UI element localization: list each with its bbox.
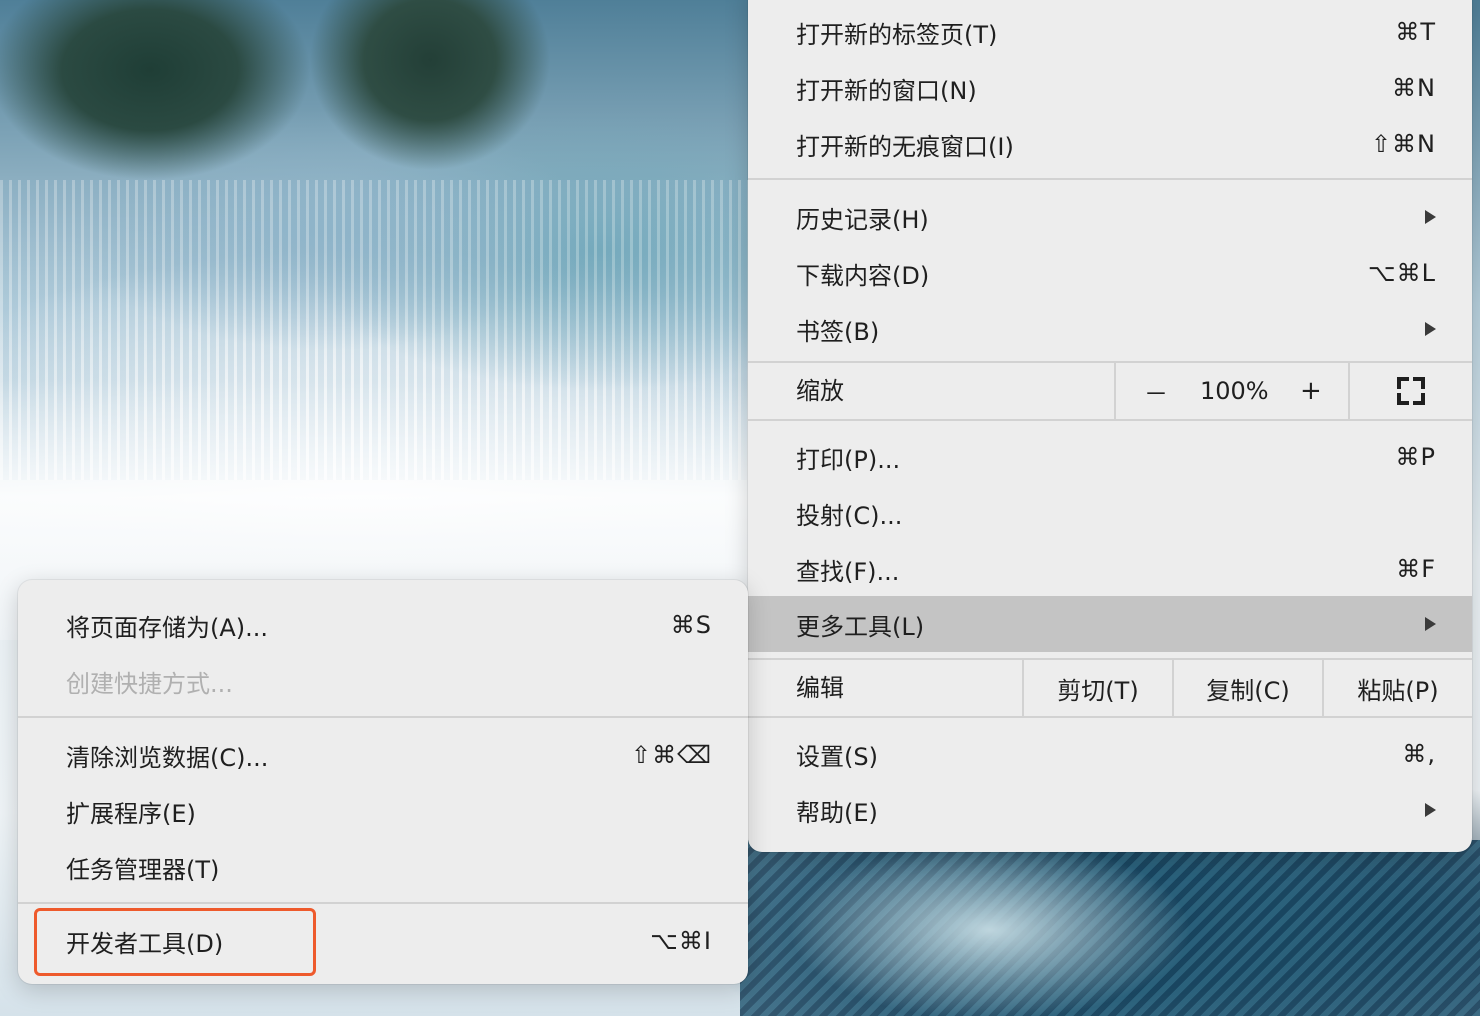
menu-separator — [18, 716, 748, 718]
river-water — [740, 840, 1480, 1016]
submenu-arrow-icon — [1425, 322, 1436, 336]
shortcut-downloads: ⌥⌘L — [1367, 259, 1436, 287]
menu-separator — [18, 902, 748, 904]
submenu-arrow-icon — [1425, 803, 1436, 817]
menu-item-help[interactable]: 帮助(E) — [748, 782, 1472, 838]
submenu-item-task-manager[interactable]: 任务管理器(T) — [18, 839, 748, 895]
menu-item-bookmarks[interactable]: 书签(B) — [748, 301, 1472, 357]
zoom-row: 缩放 － 100% + — [748, 363, 1472, 419]
copy-button[interactable]: 复制(C) — [1172, 660, 1322, 716]
submenu-arrow-icon — [1425, 617, 1436, 631]
submenu-arrow-icon — [1425, 210, 1436, 224]
zoom-label: 缩放 — [796, 377, 844, 405]
submenu-item-save-page[interactable]: 将页面存储为(A)... ⌘S — [18, 597, 748, 653]
more-tools-submenu: 将页面存储为(A)... ⌘S 创建快捷方式... 清除浏览数据(C)... ⇧… — [18, 580, 748, 984]
paste-button[interactable]: 粘贴(P) — [1322, 660, 1472, 716]
shortcut-clear-data: ⇧⌘⌫ — [630, 741, 712, 769]
chrome-main-menu: 打开新的标签页(T) ⌘T 打开新的窗口(N) ⌘N 打开新的无痕窗口(I) ⇧… — [748, 0, 1472, 852]
menu-item-new-tab[interactable]: 打开新的标签页(T) ⌘T — [748, 4, 1472, 60]
shortcut-new-incognito: ⇧⌘N — [1370, 130, 1436, 158]
zoom-controls: － 100% + — [1114, 363, 1350, 419]
fullscreen-button[interactable] — [1348, 363, 1472, 419]
fullscreen-icon — [1397, 377, 1425, 405]
edit-row: 编辑 剪切(T) 复制(C) 粘贴(P) — [748, 660, 1472, 716]
submenu-item-create-shortcut: 创建快捷方式... — [66, 669, 233, 698]
menu-item-print[interactable]: 打印(P)... ⌘P — [748, 429, 1472, 485]
menu-item-history[interactable]: 历史记录(H) — [748, 189, 1472, 245]
shortcut-new-window: ⌘N — [1392, 74, 1436, 102]
shortcut-print: ⌘P — [1395, 443, 1436, 471]
menu-item-cast[interactable]: 投射(C)... — [748, 485, 1472, 541]
shortcut-developer-tools: ⌥⌘I — [650, 927, 712, 955]
menu-item-new-window[interactable]: 打开新的窗口(N) ⌘N — [748, 60, 1472, 116]
edit-label: 编辑 — [796, 674, 844, 702]
zoom-out-button[interactable]: － — [1144, 374, 1168, 409]
zoom-in-button[interactable]: + — [1300, 376, 1322, 406]
menu-separator — [748, 716, 1472, 718]
menu-item-downloads[interactable]: 下载内容(D) ⌥⌘L — [748, 245, 1472, 301]
menu-item-more-tools[interactable]: 更多工具(L) — [748, 596, 1472, 652]
menu-item-find[interactable]: 查找(F)... ⌘F — [748, 541, 1472, 597]
submenu-item-extensions[interactable]: 扩展程序(E) — [18, 783, 748, 839]
cut-button[interactable]: 剪切(T) — [1022, 660, 1172, 716]
shortcut-settings: ⌘, — [1402, 740, 1436, 768]
submenu-item-clear-browsing-data[interactable]: 清除浏览数据(C)... ⇧⌘⌫ — [18, 727, 748, 783]
menu-separator — [748, 419, 1472, 421]
shortcut-save-page: ⌘S — [670, 611, 712, 639]
menu-item-new-incognito[interactable]: 打开新的无痕窗口(I) ⇧⌘N — [748, 116, 1472, 172]
menu-separator — [748, 178, 1472, 180]
menu-item-settings[interactable]: 设置(S) ⌘, — [748, 726, 1472, 782]
shortcut-new-tab: ⌘T — [1395, 18, 1436, 46]
zoom-level: 100% — [1200, 377, 1269, 405]
shortcut-find: ⌘F — [1396, 555, 1436, 583]
annotation-highlight-box — [34, 908, 316, 976]
